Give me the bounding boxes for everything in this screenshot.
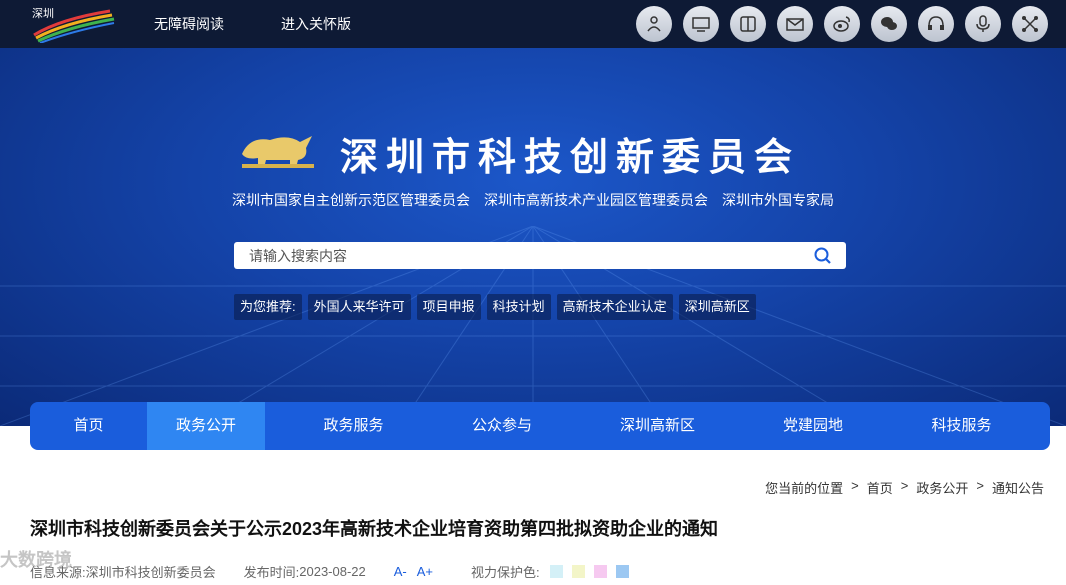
search-input[interactable] <box>234 242 800 269</box>
network-icon[interactable] <box>1012 6 1048 42</box>
nav-item-home[interactable]: 首页 <box>30 402 147 450</box>
search-icon <box>814 247 831 264</box>
nav-item-hightech-zone[interactable]: 深圳高新区 <box>562 402 753 450</box>
accessibility-reading-link[interactable]: 无障碍阅读 <box>154 14 224 34</box>
recommend-row: 为您推荐: 外国人来华许可 项目申报 科技计划 高新技术企业认定 深圳高新区 <box>234 294 756 320</box>
monitor-icon[interactable] <box>683 6 719 42</box>
subtitle-row: 深圳市国家自主创新示范区管理委员会 深圳市高新技术产业园区管理委员会 深圳市外国… <box>0 190 1066 210</box>
search-button[interactable] <box>800 242 846 269</box>
color-swatch-pink[interactable] <box>593 565 607 578</box>
color-swatch-blue[interactable] <box>615 565 629 578</box>
care-mode-link[interactable]: 进入关怀版 <box>281 14 351 34</box>
breadcrumb-separator: > <box>851 478 859 493</box>
date-label: 发布时间: <box>243 565 300 580</box>
font-larger-button[interactable]: A+ <box>417 564 433 579</box>
article-title: 深圳市科技创新委员会关于公示2023年高新技术企业培育资助第四批拟资助企业的通知 <box>30 519 719 539</box>
subtitle-zone-committee: 深圳市国家自主创新示范区管理委员会 <box>232 192 470 208</box>
vision-protection-label: 视力保护色: <box>471 565 540 580</box>
site-title: 深圳市科技创新委员会 <box>340 135 801 179</box>
top-bar: 深圳 无障碍阅读 进入关怀版 <box>0 0 1066 48</box>
nav-item-government-services[interactable]: 政务服务 <box>265 402 442 450</box>
search-box <box>234 242 846 269</box>
shenzhen-logo[interactable]: 深圳 <box>30 5 116 44</box>
recommend-tag-project-application[interactable]: 项目申报 <box>416 294 481 320</box>
recommend-label: 为您推荐: <box>234 294 302 320</box>
breadcrumb-home[interactable]: 首页 <box>867 478 893 497</box>
font-smaller-button[interactable]: A- <box>394 564 407 579</box>
article-meta-row: 信息来源: 深圳市科技创新委员会 发布时间: 2023-08-22 A- A+ … <box>30 562 638 581</box>
recommend-tag-hightech-zone[interactable]: 深圳高新区 <box>678 294 756 320</box>
svg-text:深圳: 深圳 <box>32 7 54 20</box>
top-icon-group <box>636 6 1048 42</box>
date-value: 2023-08-22 <box>299 564 366 579</box>
subtitle-hightech-park: 深圳市高新技术产业园区管理委员会 <box>484 192 708 208</box>
header-banner: 深圳市科技创新委员会 深圳市国家自主创新示范区管理委员会 深圳市高新技术产业园区… <box>0 48 1066 426</box>
recommend-tag-tech-plan[interactable]: 科技计划 <box>486 294 551 320</box>
headset-icon[interactable] <box>918 6 954 42</box>
breadcrumb-separator: > <box>976 478 984 493</box>
mail-icon[interactable] <box>777 6 813 42</box>
watermark-text: 大数跨境 <box>0 550 72 570</box>
breadcrumb-separator: > <box>900 478 909 493</box>
wechat-icon[interactable] <box>871 6 907 42</box>
color-swatch-yellow[interactable] <box>571 565 585 578</box>
breadcrumb-prefix: 您当前的位置 <box>765 481 844 496</box>
source-value: 深圳市科技创新委员会 <box>85 565 216 580</box>
robot-icon[interactable] <box>636 6 672 42</box>
main-nav: 首页 政务公开 政务服务 公众参与 深圳高新区 党建园地 科技服务 <box>30 402 1050 450</box>
nav-item-party-building[interactable]: 党建园地 <box>753 402 873 450</box>
microphone-icon[interactable] <box>965 6 1001 42</box>
recommend-tag-hightech-certification[interactable]: 高新技术企业认定 <box>556 294 673 320</box>
breadcrumb-government-affairs[interactable]: 政务公开 <box>916 478 968 497</box>
breadcrumb-notices[interactable]: 通知公告 <box>992 478 1044 497</box>
recommend-tag-foreigner-permit[interactable]: 外国人来华许可 <box>307 294 411 320</box>
subtitle-foreign-experts: 深圳市外国专家局 <box>722 192 834 208</box>
nav-item-government-affairs[interactable]: 政务公开 <box>147 402 265 450</box>
bull-emblem-icon <box>242 136 314 168</box>
nav-item-public-participation[interactable]: 公众参与 <box>442 402 562 450</box>
breadcrumb: 您当前的位置 > 首页 > 政务公开 > 通知公告 <box>765 478 1044 497</box>
color-swatch-cyan[interactable] <box>549 565 563 578</box>
reader-icon[interactable] <box>730 6 766 42</box>
nav-item-tech-services[interactable]: 科技服务 <box>873 402 1050 450</box>
weibo-icon[interactable] <box>824 6 860 42</box>
